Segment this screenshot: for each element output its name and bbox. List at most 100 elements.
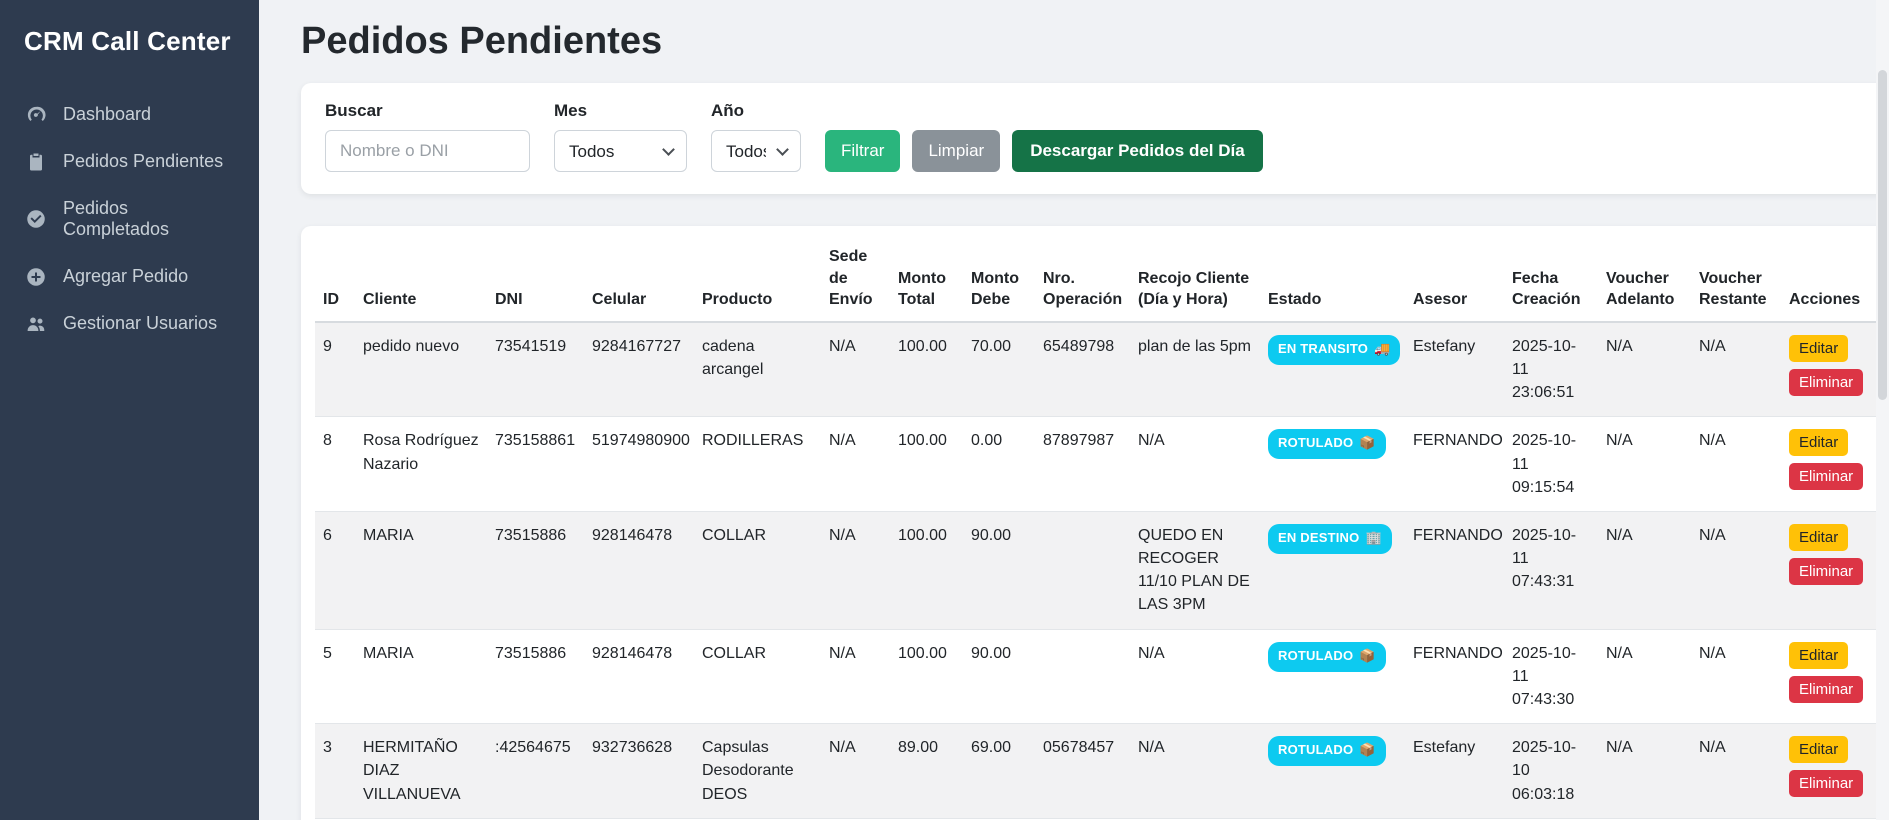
mes-group: Mes Todos [554, 101, 687, 172]
cell-nro-operacion: 05678457 [1035, 724, 1130, 819]
cell-monto-total: 100.00 [890, 511, 963, 629]
cell-sede-envio: N/A [821, 511, 890, 629]
sidebar: CRM Call Center Dashboard Pedidos Pendie… [0, 0, 259, 820]
cell-voucher-restante: N/A [1691, 724, 1781, 819]
col-header-asesor: Asesor [1405, 236, 1504, 322]
cell-monto-total: 100.00 [890, 417, 963, 512]
estado-badge: ROTULADO 📦 [1268, 642, 1386, 672]
cell-fecha-creacion: 2025-10-11 07:43:31 [1504, 511, 1598, 629]
cell-producto: COLLAR [694, 511, 821, 629]
estado-icon: 📦 [1359, 648, 1375, 663]
sidebar-item-gestionar-usuarios[interactable]: Gestionar Usuarios [0, 300, 259, 347]
sidebar-item-dashboard[interactable]: Dashboard [0, 91, 259, 138]
sidebar-item-pedidos-completados[interactable]: Pedidos Completados [0, 185, 259, 253]
cell-fecha-creacion: 2025-10-10 06:03:18 [1504, 724, 1598, 819]
filtrar-button[interactable]: Filtrar [825, 130, 900, 172]
cell-cliente: MARIA [355, 629, 487, 724]
editar-button[interactable]: Editar [1789, 642, 1848, 669]
cell-monto-debe: 70.00 [963, 322, 1035, 417]
descargar-pedidos-button[interactable]: Descargar Pedidos del Día [1012, 130, 1262, 172]
cell-recojo-cliente: N/A [1130, 629, 1260, 724]
sidebar-item-label: Dashboard [63, 104, 151, 125]
editar-button[interactable]: Editar [1789, 429, 1848, 456]
eliminar-button[interactable]: Eliminar [1789, 558, 1863, 585]
mes-label: Mes [554, 101, 687, 121]
anio-group: Año Todos [711, 101, 801, 172]
eliminar-button[interactable]: Eliminar [1789, 369, 1863, 396]
cell-id: 5 [315, 629, 355, 724]
estado-label: EN DESTINO [1278, 530, 1359, 545]
limpiar-button[interactable]: Limpiar [912, 130, 1000, 172]
cell-fecha-creacion: 2025-10-11 07:43:30 [1504, 629, 1598, 724]
estado-badge: EN TRANSITO🚚 [1268, 335, 1400, 365]
cell-nro-operacion: 65489798 [1035, 322, 1130, 417]
sidebar-item-agregar-pedido[interactable]: Agregar Pedido [0, 253, 259, 300]
orders-table-card: ID Cliente DNI Celular Producto Sede de … [301, 226, 1889, 820]
scrollbar-thumb[interactable] [1878, 70, 1887, 400]
table-row: 5 MARIA 73515886 928146478 COLLAR N/A 10… [315, 629, 1876, 724]
estado-badge: ROTULADO📦 [1268, 736, 1386, 766]
main-content: Pedidos Pendientes Buscar Mes Todos Año [259, 0, 1889, 820]
sidebar-item-label: Pedidos Completados [63, 198, 233, 240]
cell-nro-operacion [1035, 511, 1130, 629]
editar-button[interactable]: Editar [1789, 524, 1848, 551]
cell-estado: EN DESTINO🏢 [1260, 511, 1405, 629]
col-header-celular: Celular [584, 236, 694, 322]
sidebar-nav: Dashboard Pedidos Pendientes Pedidos Com… [0, 91, 259, 347]
col-header-acciones: Acciones [1781, 236, 1876, 322]
cell-monto-debe: 69.00 [963, 724, 1035, 819]
cell-dni: 73515886 [487, 511, 584, 629]
page-scrollbar[interactable] [1876, 0, 1889, 820]
estado-label: ROTULADO [1278, 648, 1353, 663]
cell-sede-envio: N/A [821, 322, 890, 417]
cell-voucher-adelanto: N/A [1598, 511, 1691, 629]
col-header-fecha-creacion: Fecha Creación [1504, 236, 1598, 322]
eliminar-button[interactable]: Eliminar [1789, 463, 1863, 490]
cell-acciones: Editar Eliminar [1781, 629, 1876, 724]
table-row: 3 HERMITAÑO DIAZ VILLANUEVA :42564675 93… [315, 724, 1876, 819]
mes-select[interactable]: Todos [554, 130, 687, 172]
cell-voucher-restante: N/A [1691, 322, 1781, 417]
estado-badge: ROTULADO📦 [1268, 429, 1386, 459]
cell-voucher-restante: N/A [1691, 629, 1781, 724]
cell-sede-envio: N/A [821, 724, 890, 819]
cell-acciones: Editar Eliminar [1781, 511, 1876, 629]
col-header-sede-envio: Sede de Envío [821, 236, 890, 322]
app-root: CRM Call Center Dashboard Pedidos Pendie… [0, 0, 1889, 820]
eliminar-button[interactable]: Eliminar [1789, 676, 1863, 703]
cell-recojo-cliente: N/A [1130, 724, 1260, 819]
col-header-dni: DNI [487, 236, 584, 322]
cell-celular: 51974980900 [584, 417, 694, 512]
app-title: CRM Call Center [0, 0, 259, 91]
eliminar-button[interactable]: Eliminar [1789, 770, 1863, 797]
col-header-voucher-adelanto: Voucher Adelanto [1598, 236, 1691, 322]
page-title: Pedidos Pendientes [301, 20, 1889, 63]
cell-asesor: Estefany [1405, 322, 1504, 417]
cell-voucher-restante: N/A [1691, 417, 1781, 512]
cell-acciones: Editar Eliminar [1781, 322, 1876, 417]
anio-select[interactable]: Todos [711, 130, 801, 172]
col-header-id: ID [315, 236, 355, 322]
sidebar-item-pedidos-pendientes[interactable]: Pedidos Pendientes [0, 138, 259, 185]
editar-button[interactable]: Editar [1789, 335, 1848, 362]
cell-monto-debe: 90.00 [963, 511, 1035, 629]
cell-cliente: pedido nuevo [355, 322, 487, 417]
cell-asesor: Estefany [1405, 724, 1504, 819]
cell-estado: ROTULADO📦 [1260, 724, 1405, 819]
cell-recojo-cliente: plan de las 5pm [1130, 322, 1260, 417]
cell-id: 9 [315, 322, 355, 417]
cell-dni: 73515886 [487, 629, 584, 724]
col-header-voucher-restante: Voucher Restante [1691, 236, 1781, 322]
cell-dni: 735158861 [487, 417, 584, 512]
search-input[interactable] [325, 130, 530, 172]
cell-monto-total: 100.00 [890, 629, 963, 724]
cell-id: 6 [315, 511, 355, 629]
cell-nro-operacion [1035, 629, 1130, 724]
col-header-estado: Estado [1260, 236, 1405, 322]
cell-asesor: FERNANDO [1405, 629, 1504, 724]
clipboard-icon [26, 152, 46, 172]
cell-recojo-cliente: N/A [1130, 417, 1260, 512]
editar-button[interactable]: Editar [1789, 736, 1848, 763]
orders-table: ID Cliente DNI Celular Producto Sede de … [315, 236, 1876, 819]
cell-sede-envio: N/A [821, 629, 890, 724]
